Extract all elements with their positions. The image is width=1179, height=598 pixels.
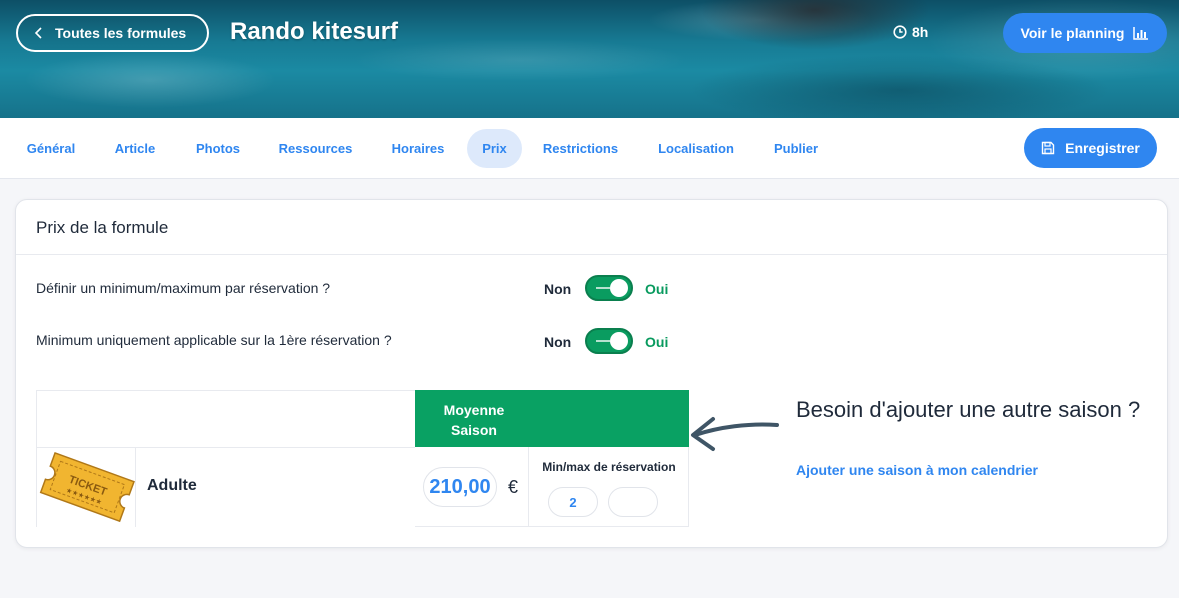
season-header: Moyenne Saison bbox=[415, 390, 689, 447]
tab-general[interactable]: Général bbox=[14, 129, 88, 168]
first-booking-option-off-label: Non bbox=[544, 334, 572, 350]
minmax-label: Min/max de réservation bbox=[542, 460, 676, 474]
tab-photos[interactable]: Photos bbox=[183, 129, 253, 168]
tab-ressources[interactable]: Ressources bbox=[266, 129, 365, 168]
header-banner: Toutes les formules Rando kitesurf 8h Vo… bbox=[0, 0, 1179, 118]
back-button-label: Toutes les formules bbox=[55, 25, 187, 41]
category-label: Adulte bbox=[147, 477, 197, 494]
price-input[interactable]: 210,00 bbox=[423, 467, 497, 507]
first-booking-option-toggle[interactable] bbox=[585, 328, 633, 354]
toggle-track bbox=[596, 287, 610, 289]
tab-label: Restrictions bbox=[542, 141, 619, 156]
price-card: Prix de la formule Définir un minimum/ma… bbox=[15, 199, 1168, 548]
save-button-label: Enregistrer bbox=[1065, 140, 1140, 156]
floppy-disk-icon bbox=[1041, 141, 1055, 155]
view-planning-button[interactable]: Voir le planning bbox=[1003, 13, 1167, 53]
duration-indicator: 8h bbox=[893, 24, 928, 40]
hand-drawn-arrow-icon bbox=[691, 417, 779, 451]
card-divider bbox=[16, 254, 1167, 255]
tab-restrictions[interactable]: Restrictions bbox=[532, 129, 629, 168]
save-button[interactable]: Enregistrer bbox=[1024, 128, 1157, 168]
grid-header-empty bbox=[36, 390, 415, 448]
duration-value: 8h bbox=[912, 24, 929, 40]
currency-symbol: € bbox=[508, 477, 519, 497]
minmax-option-off-label: Non bbox=[544, 281, 572, 297]
minmax-option-label: Définir un minimum/maximum par réservati… bbox=[36, 280, 331, 296]
tab-label: Horaires bbox=[391, 141, 445, 156]
tab-label: Général bbox=[26, 141, 76, 156]
tab-label: Article bbox=[114, 141, 156, 156]
tab-label: Publier bbox=[773, 141, 819, 156]
minmax-option-on-label: Oui bbox=[645, 281, 669, 297]
tab-publier[interactable]: Publier bbox=[762, 129, 830, 168]
toggle-knob bbox=[610, 279, 628, 297]
tab-horaires[interactable]: Horaires bbox=[380, 129, 456, 168]
tab-label: Localisation bbox=[658, 141, 734, 156]
first-booking-option-label: Minimum uniquement applicable sur la 1èr… bbox=[36, 332, 392, 348]
first-booking-option-on-label: Oui bbox=[645, 334, 669, 350]
price-cell: 210,00 € bbox=[415, 447, 529, 527]
tab-bar: Général Article Photos Ressources Horair… bbox=[0, 118, 1179, 179]
add-season-link[interactable]: Ajouter une saison à mon calendrier bbox=[796, 462, 1038, 478]
chevron-left-icon bbox=[34, 27, 42, 39]
back-to-formulas-button[interactable]: Toutes les formules bbox=[16, 14, 209, 52]
tab-article[interactable]: Article bbox=[102, 129, 168, 168]
tab-localisation[interactable]: Localisation bbox=[645, 129, 747, 168]
planning-button-label: Voir le planning bbox=[1020, 25, 1125, 41]
bar-chart-icon bbox=[1133, 27, 1149, 40]
min-booking-input[interactable]: 2 bbox=[548, 487, 598, 517]
max-booking-input[interactable] bbox=[608, 487, 658, 517]
minmax-cell: Min/max de réservation 2 bbox=[529, 447, 689, 527]
tab-label: Prix bbox=[482, 141, 507, 156]
toggle-knob bbox=[610, 332, 628, 350]
clock-icon bbox=[893, 25, 907, 39]
tab-prix[interactable]: Prix bbox=[467, 129, 522, 168]
add-season-help-title: Besoin d'ajouter une autre saison ? bbox=[796, 397, 1141, 422]
tab-label: Photos bbox=[195, 141, 241, 156]
card-title: Prix de la formule bbox=[36, 218, 169, 237]
page-title: Rando kitesurf bbox=[230, 18, 399, 45]
season-header-label: Moyenne Saison bbox=[443, 402, 505, 438]
tab-label: Ressources bbox=[278, 141, 353, 156]
ticket-image: TICKET ★★★★★★ bbox=[36, 448, 136, 527]
minmax-option-toggle[interactable] bbox=[585, 275, 633, 301]
toggle-track bbox=[596, 340, 610, 342]
